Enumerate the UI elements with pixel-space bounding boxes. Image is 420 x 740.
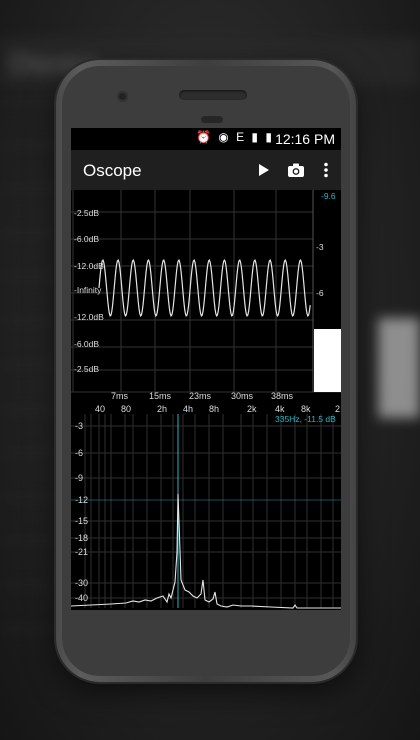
osc-x-label: 15ms <box>149 391 172 401</box>
spec-y-label: -15 <box>75 516 88 526</box>
status-icons: ⏰ ◉ E ▮ ▮ <box>196 130 274 144</box>
oscilloscope-panel[interactable]: -2.5dB -6.0dB -12.0dB -Infinity -12.0dB … <box>71 190 341 402</box>
more-icon <box>324 162 328 178</box>
spec-y-label: -3 <box>75 421 83 431</box>
osc-grid <box>71 190 341 393</box>
spec-y-label: -18 <box>75 533 88 543</box>
proximity-sensor <box>201 116 223 123</box>
osc-x-label: 7ms <box>111 391 129 401</box>
osc-x-label: 38ms <box>271 391 294 401</box>
spectrum-panel[interactable]: 40 80 2h 4h 8h 2k 4k 8k 2 335Hz, -11.5 d… <box>71 402 341 610</box>
more-options-button[interactable] <box>315 159 337 181</box>
app-bar: Oscope <box>71 150 341 190</box>
app-title: Oscope <box>83 161 142 180</box>
camera-icon <box>288 163 304 177</box>
level-label: -3 <box>316 242 324 252</box>
spec-x-label: 4k <box>275 404 285 414</box>
spec-y-label: -6 <box>75 448 83 458</box>
spec-x-label: 4h <box>183 404 193 414</box>
spec-x-label: 40 <box>95 404 105 414</box>
level-meter: -9.6 -3 -6 <box>312 190 341 392</box>
earpiece-speaker <box>179 90 247 100</box>
osc-x-label: 30ms <box>231 391 254 401</box>
spec-x-label: 80 <box>121 404 131 414</box>
osc-y-label: -6.0dB <box>74 234 99 244</box>
spec-y-label: -30 <box>75 578 88 588</box>
spec-x-label: 8h <box>209 404 219 414</box>
level-meter-bar <box>314 329 341 392</box>
osc-y-label: -Infinity <box>74 285 102 295</box>
spec-x-label: 2h <box>157 404 167 414</box>
level-label: -6 <box>316 288 324 298</box>
osc-y-label: -2.5dB <box>74 208 99 218</box>
spec-y-label: -21 <box>75 547 88 557</box>
play-icon <box>259 164 269 176</box>
level-peak-label: -9.6 <box>321 191 336 201</box>
front-camera <box>117 91 128 102</box>
osc-x-label: 23ms <box>189 391 212 401</box>
spec-y-label: -9 <box>75 473 83 483</box>
play-button[interactable] <box>253 159 275 181</box>
spec-x-label: 2k <box>247 404 257 414</box>
background-level-block <box>378 318 420 418</box>
waveform-trace <box>98 258 311 318</box>
spec-x-label: 8k <box>301 404 311 414</box>
status-bar: ⏰ ◉ E ▮ ▮ 12:16 PM <box>71 128 341 150</box>
background-grid <box>0 100 60 660</box>
spec-x-label: 2 <box>335 404 340 414</box>
osc-y-label: -12.0dB <box>74 312 104 322</box>
screenshot-button[interactable] <box>285 159 307 181</box>
peak-readout: 335Hz, -11.5 dB <box>275 414 336 424</box>
osc-y-label: -6.0dB <box>74 339 99 349</box>
spectrum-grid <box>71 414 341 608</box>
osc-y-label: -12.0dB <box>74 261 104 271</box>
app-screen: ⏰ ◉ E ▮ ▮ 12:16 PM Oscope -2.5dB -6.0dB … <box>71 128 341 610</box>
spec-y-label: -40 <box>75 593 88 603</box>
osc-y-label: -2.5dB <box>74 364 99 374</box>
spectrum-graph[interactable]: 40 80 2h 4h 8h 2k 4k 8k 2 335Hz, -11.5 d… <box>71 402 341 610</box>
oscilloscope-graph[interactable]: -2.5dB -6.0dB -12.0dB -Infinity -12.0dB … <box>71 190 341 402</box>
status-time: 12:16 PM <box>275 131 335 147</box>
